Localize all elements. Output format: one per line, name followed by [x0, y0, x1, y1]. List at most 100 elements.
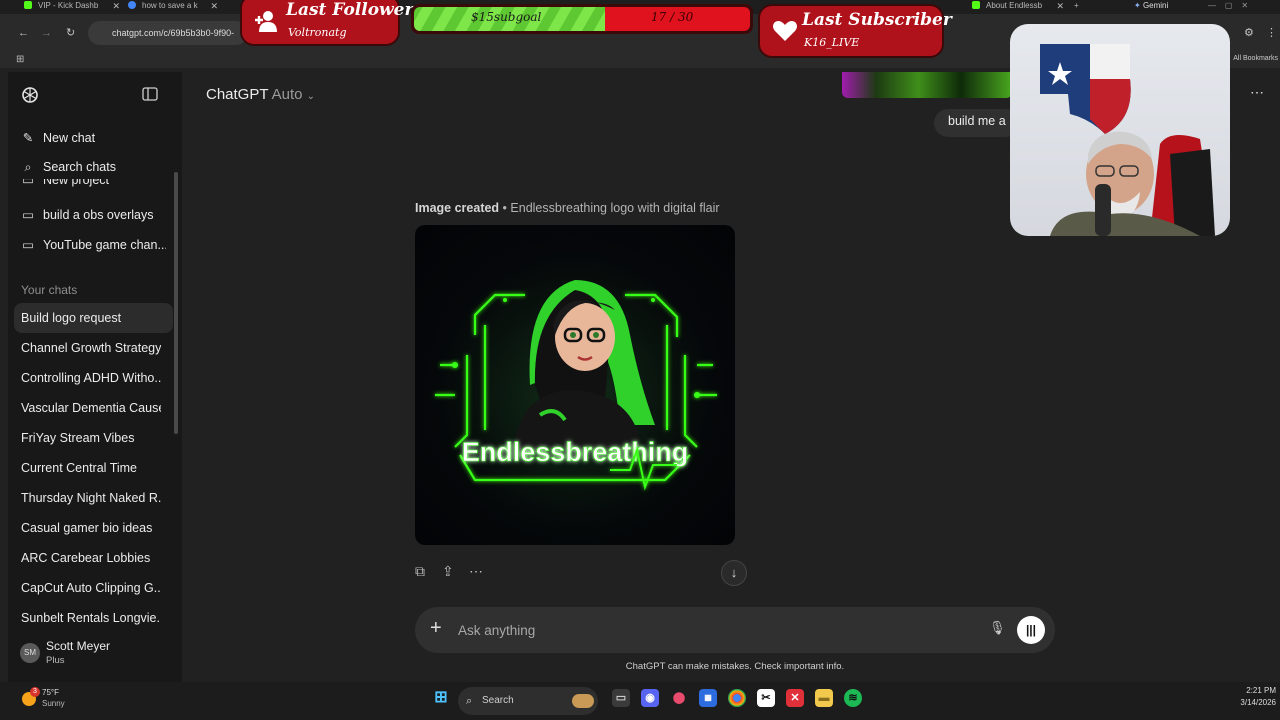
all-bookmarks-link[interactable]: All Bookmarks	[1233, 55, 1278, 62]
chrome-icon[interactable]	[728, 689, 746, 707]
subgoal-progress-bar: $15subgoal 17 / 30	[411, 4, 753, 34]
search-highlight-icon	[572, 694, 594, 708]
copy-icon[interactable]: ⧉	[415, 563, 442, 580]
extensions-icon[interactable]: ⚙	[1244, 27, 1254, 39]
chat-item[interactable]: Current Central Time	[21, 461, 161, 475]
user-plan: Plus	[46, 655, 65, 666]
tab-title: how to save a k	[142, 1, 198, 10]
x-app-icon[interactable]: ✕	[786, 689, 804, 707]
maps-pin-icon[interactable]: ⬤	[670, 689, 688, 707]
your-chats-heading: Your chats	[21, 283, 78, 297]
search-chats-label: Search chats	[43, 160, 116, 174]
chat-item[interactable]: Controlling ADHD Witho...	[21, 371, 161, 385]
menu-icon[interactable]: ⋮	[1266, 27, 1277, 39]
back-icon[interactable]: ←	[18, 27, 29, 39]
webcam-feed	[1010, 24, 1230, 236]
goal-count: 17 / 30	[651, 10, 694, 24]
last-follower-name: Voltronatg	[288, 26, 347, 39]
weather-desc: Sunny	[42, 699, 65, 708]
more-icon[interactable]: ⋯	[469, 563, 496, 580]
chat-item[interactable]: FriYay Stream Vibes	[21, 431, 161, 445]
last-follower-overlay: Last Follower Voltronatg	[240, 0, 413, 46]
logo-artwork: Endlessbreathing	[415, 225, 735, 545]
microphone-icon[interactable]: 🎙	[989, 620, 1006, 636]
clock-date[interactable]: 3/14/2026	[1222, 698, 1276, 707]
folder-icon: ▭	[22, 238, 34, 252]
forward-icon[interactable]: →	[41, 27, 52, 39]
voice-mode-icon[interactable]: |||	[1017, 616, 1045, 644]
chat-item[interactable]: Build logo request	[21, 311, 161, 325]
chat-item[interactable]: Channel Growth Strategy	[21, 341, 161, 355]
prompt-input[interactable]	[458, 619, 958, 641]
project-item-youtube[interactable]: ▭ YouTube game chan...	[21, 237, 166, 252]
gemini-button[interactable]: ✦ Gemini	[1134, 0, 1184, 14]
new-tab-button[interactable]: +	[1074, 0, 1086, 14]
sidebar-toggle-icon[interactable]	[142, 87, 158, 101]
user-name: Scott Meyer	[46, 639, 111, 653]
composer: + 🎙 |||	[415, 607, 1055, 653]
folder-icon: ▭	[22, 208, 34, 222]
browser-tab-google[interactable]: how to save a k ✕	[128, 0, 218, 14]
clock-time[interactable]: 2:21 PM	[1222, 686, 1276, 695]
chat-item[interactable]: CapCut Auto Clipping G...	[21, 581, 161, 595]
image-caption: Image created • Endlessbreathing logo wi…	[415, 201, 720, 215]
sidebar: ✎ New chat ⌕ Search chats ▭ New project ▭ bu…	[8, 72, 182, 682]
browser-tab-about[interactable]: About Endlessb ✕	[972, 0, 1064, 14]
url-field[interactable]: chatgpt.com/c/69b5b3b0-9f90-	[88, 21, 248, 45]
generated-logo-image[interactable]: Endlessbreathing	[415, 225, 735, 545]
kick-icon	[24, 1, 32, 9]
close-icon[interactable]: ✕	[210, 0, 218, 12]
search-icon: ⌕	[466, 695, 473, 707]
last-subscriber-title: Last Subscriber	[802, 10, 952, 30]
chat-item[interactable]: Thursday Night Naked R...	[21, 491, 161, 505]
last-follower-title: Last Follower	[286, 0, 414, 20]
task-view-icon[interactable]: ▭	[612, 689, 630, 707]
caption-separator: •	[499, 201, 511, 215]
project-item-obs-overlays[interactable]: ▭ build a obs overlays	[21, 207, 166, 222]
new-chat-label: New chat	[43, 131, 96, 145]
heart-icon	[773, 21, 797, 41]
close-icon[interactable]: ✕	[112, 0, 120, 12]
sidebar-scrollbar[interactable]	[174, 172, 178, 434]
app-icon[interactable]: ▦	[699, 689, 717, 707]
disclaimer-text: ChatGPT can make mistakes. Check importa…	[625, 661, 845, 672]
user-message-text: build me a	[948, 114, 1006, 128]
browser-tab-kick[interactable]: VIP - Kick Dashb ✕	[24, 0, 120, 14]
close-icon[interactable]: ✕	[1056, 0, 1064, 12]
folder-plus-icon: ▭	[22, 179, 34, 187]
project-label: YouTube game chan...	[43, 238, 166, 252]
last-subscriber-name: K16_LIVE	[804, 36, 860, 49]
model-selector[interactable]: ChatGPT Auto ⌄	[206, 86, 315, 103]
more-options-icon[interactable]: ⋯	[1250, 84, 1264, 101]
apps-grid-icon[interactable]: ⊞	[16, 54, 24, 65]
previous-image-thumbnail[interactable]	[842, 72, 1012, 98]
chat-item[interactable]: Casual gamer bio ideas	[21, 521, 161, 535]
capcut-icon[interactable]: ✂	[757, 689, 775, 707]
taskbar-search-label: Search	[482, 695, 514, 706]
scroll-down-button[interactable]: ↓	[721, 560, 747, 586]
goal-label: $15subgoal	[471, 10, 542, 24]
chat-item[interactable]: ARC Carebear Lobbies	[21, 551, 161, 565]
spotify-icon[interactable]: ≋	[844, 689, 862, 707]
share-icon[interactable]: ⇪	[442, 563, 469, 580]
tab-title: About Endlessb	[986, 1, 1043, 10]
new-chat-button[interactable]: ✎ New chat	[21, 130, 166, 145]
new-project-button[interactable]: ▭ New project	[21, 179, 166, 189]
file-explorer-icon[interactable]: ▬	[815, 689, 833, 707]
last-subscriber-overlay: Last Subscriber K16_LIVE	[758, 4, 952, 58]
gemini-label: Gemini	[1142, 1, 1169, 10]
taskbar-search[interactable]: ⌕ Search	[458, 687, 598, 715]
project-label: build a obs overlays	[43, 208, 154, 222]
weather-temp: 75°F	[42, 688, 59, 697]
chat-item[interactable]: Sunbelt Rentals Longvie...	[21, 611, 161, 625]
url-text: chatgpt.com/c/69b5b3b0-9f90-	[112, 28, 235, 38]
reload-icon[interactable]: ↻	[66, 27, 75, 39]
windows-start-icon[interactable]: ⊞	[432, 689, 450, 707]
openai-logo-icon[interactable]	[21, 86, 39, 104]
google-icon	[128, 1, 136, 9]
discord-icon[interactable]: ◉	[641, 689, 659, 707]
search-chats-button[interactable]: ⌕ Search chats	[21, 160, 166, 175]
window-controls[interactable]: — ▢ ✕	[1208, 0, 1268, 14]
chat-item[interactable]: Vascular Dementia Causes	[21, 401, 161, 415]
add-attachment-icon[interactable]: +	[430, 617, 442, 640]
